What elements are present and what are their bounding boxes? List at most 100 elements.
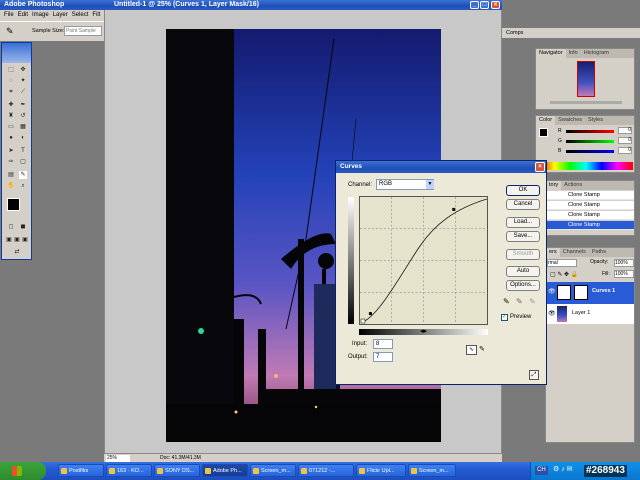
gradient-toggle-icon[interactable]: ◂▸ — [420, 327, 427, 335]
color-g-value[interactable]: 0 — [618, 137, 632, 144]
notes-icon[interactable]: ▤ — [7, 171, 15, 179]
tab-navigator[interactable]: Navigator — [536, 49, 566, 58]
slice-icon[interactable]: ⟋ — [19, 88, 27, 96]
type-icon[interactable]: T — [19, 147, 27, 155]
quick-mask-icon[interactable]: ◻ — [7, 223, 15, 231]
move-icon[interactable]: ✥ — [19, 66, 27, 74]
blend-mode-select[interactable]: rmal — [547, 259, 577, 267]
expand-dialog-icon[interactable]: ⤢ — [529, 370, 539, 380]
fill-field[interactable]: 100% — [614, 270, 634, 278]
jump-to-imageready-icon[interactable]: ⇄ — [13, 248, 21, 256]
menu-image[interactable]: Image — [32, 10, 49, 21]
clone-stamp-icon[interactable]: ♜ — [7, 112, 15, 120]
marquee-icon[interactable]: ⬚ — [7, 66, 15, 74]
tab-history[interactable]: tory — [546, 181, 562, 190]
tab-layers[interactable]: ers — [546, 248, 560, 257]
color-spectrum-ramp[interactable] — [539, 162, 633, 170]
foreground-color-swatch[interactable] — [7, 198, 20, 211]
eyedropper-tool-icon[interactable]: ✎ — [19, 171, 27, 179]
tab-channels[interactable]: Channels — [560, 248, 589, 257]
taskbar-item[interactable]: 163 · KO... — [106, 464, 152, 477]
auto-button[interactable]: Auto — [506, 266, 540, 277]
history-item[interactable]: Clone Stamp — [546, 191, 634, 200]
screen-mode-3-icon[interactable]: ▣ — [21, 236, 29, 244]
magic-wand-icon[interactable]: ✦ — [19, 77, 27, 85]
menu-file[interactable]: File — [4, 10, 14, 21]
dodge-icon[interactable]: ◐ — [19, 134, 27, 142]
tab-info[interactable]: Info — [566, 49, 581, 58]
layer-row-curves[interactable]: 👁 Curves 1 — [546, 282, 634, 304]
shape-icon[interactable]: ▢ — [19, 158, 27, 166]
color-r-slider[interactable] — [566, 130, 614, 133]
brush-icon[interactable]: ✒ — [19, 101, 27, 109]
color-b-value[interactable]: 0 — [618, 147, 632, 154]
navigator-thumbnail[interactable] — [577, 61, 595, 97]
taskbar-item[interactable]: SONY DS... — [154, 464, 200, 477]
tab-actions[interactable]: Actions — [561, 181, 585, 190]
standard-mode-icon[interactable]: ◼ — [19, 223, 27, 231]
white-point-eyedropper-icon[interactable]: ✎ — [529, 297, 536, 306]
lock-icons[interactable]: ▢ ✎ ✥ 🔒 — [550, 271, 578, 278]
gradient-icon[interactable]: ▦ — [19, 123, 27, 131]
eye-icon[interactable]: 👁 — [548, 310, 556, 317]
chevron-down-icon[interactable]: ▼ — [426, 180, 434, 189]
tab-color[interactable]: Color — [536, 116, 556, 125]
input-field[interactable]: 8 — [373, 339, 393, 349]
curve-graph[interactable] — [359, 196, 488, 325]
menu-edit[interactable]: Edit — [18, 10, 28, 21]
navigator-zoom-slider[interactable] — [550, 101, 622, 104]
taskbar-item[interactable]: 071212 -... — [298, 464, 354, 477]
menu-layer[interactable]: Layer — [53, 10, 68, 21]
black-point-eyedropper-icon[interactable]: ✎ — [503, 297, 510, 306]
pencil-mode-icon[interactable]: ✎ — [479, 345, 485, 353]
curve-mode-icon[interactable]: ∿ — [466, 345, 477, 355]
cancel-button[interactable]: Cancel — [506, 199, 540, 210]
taskbar-item-active[interactable]: Adobe Ph... — [202, 464, 248, 477]
options-button[interactable]: Options... — [506, 280, 540, 291]
blur-icon[interactable]: ● — [7, 134, 15, 142]
opacity-field[interactable]: 100% — [614, 259, 634, 267]
gray-point-eyedropper-icon[interactable]: ✎ — [516, 297, 523, 306]
tab-swatches[interactable]: Swatches — [555, 116, 585, 125]
sample-size-select[interactable]: Point Sample — [64, 26, 102, 36]
screen-mode-1-icon[interactable]: ▣ — [5, 236, 13, 244]
lasso-icon[interactable]: ◌ — [7, 77, 15, 85]
close-icon[interactable]: × — [491, 1, 500, 9]
healing-brush-icon[interactable]: ✚ — [7, 101, 15, 109]
taskbar-item[interactable]: Screen_m... — [408, 464, 456, 477]
maximize-icon[interactable]: □ — [480, 1, 489, 9]
zoom-icon[interactable]: ⌕ — [19, 182, 27, 190]
history-item-selected[interactable]: Clone Stamp — [546, 221, 634, 230]
tab-histogram[interactable]: Histogram — [581, 49, 612, 58]
preview-checkbox[interactable]: ✓ — [501, 314, 508, 321]
eraser-icon[interactable]: ▭ — [7, 123, 15, 131]
ok-button[interactable]: OK — [506, 185, 540, 196]
color-b-slider[interactable] — [566, 150, 614, 153]
color-g-slider[interactable] — [566, 140, 614, 143]
layer-row-layer1[interactable]: 👁 Layer 1 — [546, 304, 634, 324]
save-button[interactable]: Save... — [506, 231, 540, 242]
taskbar-item[interactable]: Postfiks — [58, 464, 104, 477]
load-button[interactable]: Load... — [506, 217, 540, 228]
pen-icon[interactable]: ✑ — [7, 158, 15, 166]
screen-mode-2-icon[interactable]: ▣ — [13, 236, 21, 244]
tab-paths[interactable]: Paths — [589, 248, 609, 257]
output-field[interactable]: 7 — [373, 352, 393, 362]
menu-filter[interactable]: Filt — [92, 10, 100, 21]
tab-comps[interactable]: Comps — [506, 28, 523, 38]
smooth-button[interactable]: Smooth — [506, 249, 540, 260]
tray-icons[interactable]: ⚙ ♪ ✉ — [553, 465, 573, 473]
zoom-level[interactable]: 25% — [106, 455, 130, 462]
language-indicator[interactable]: CH — [535, 466, 548, 475]
color-r-value[interactable]: 0 — [618, 127, 632, 134]
tab-styles[interactable]: Styles — [585, 116, 606, 125]
history-item[interactable]: Clone Stamp — [546, 211, 634, 220]
layer-mask-thumbnail[interactable] — [574, 285, 588, 300]
history-item[interactable]: Clone Stamp — [546, 201, 634, 210]
crop-icon[interactable]: ⌗ — [7, 88, 15, 96]
path-select-icon[interactable]: ➤ — [7, 147, 15, 155]
taskbar-item[interactable]: Screen_m... — [250, 464, 296, 477]
color-foreground-swatch[interactable] — [539, 128, 548, 137]
minimize-icon[interactable]: _ — [470, 1, 479, 9]
menu-select[interactable]: Select — [72, 10, 89, 21]
